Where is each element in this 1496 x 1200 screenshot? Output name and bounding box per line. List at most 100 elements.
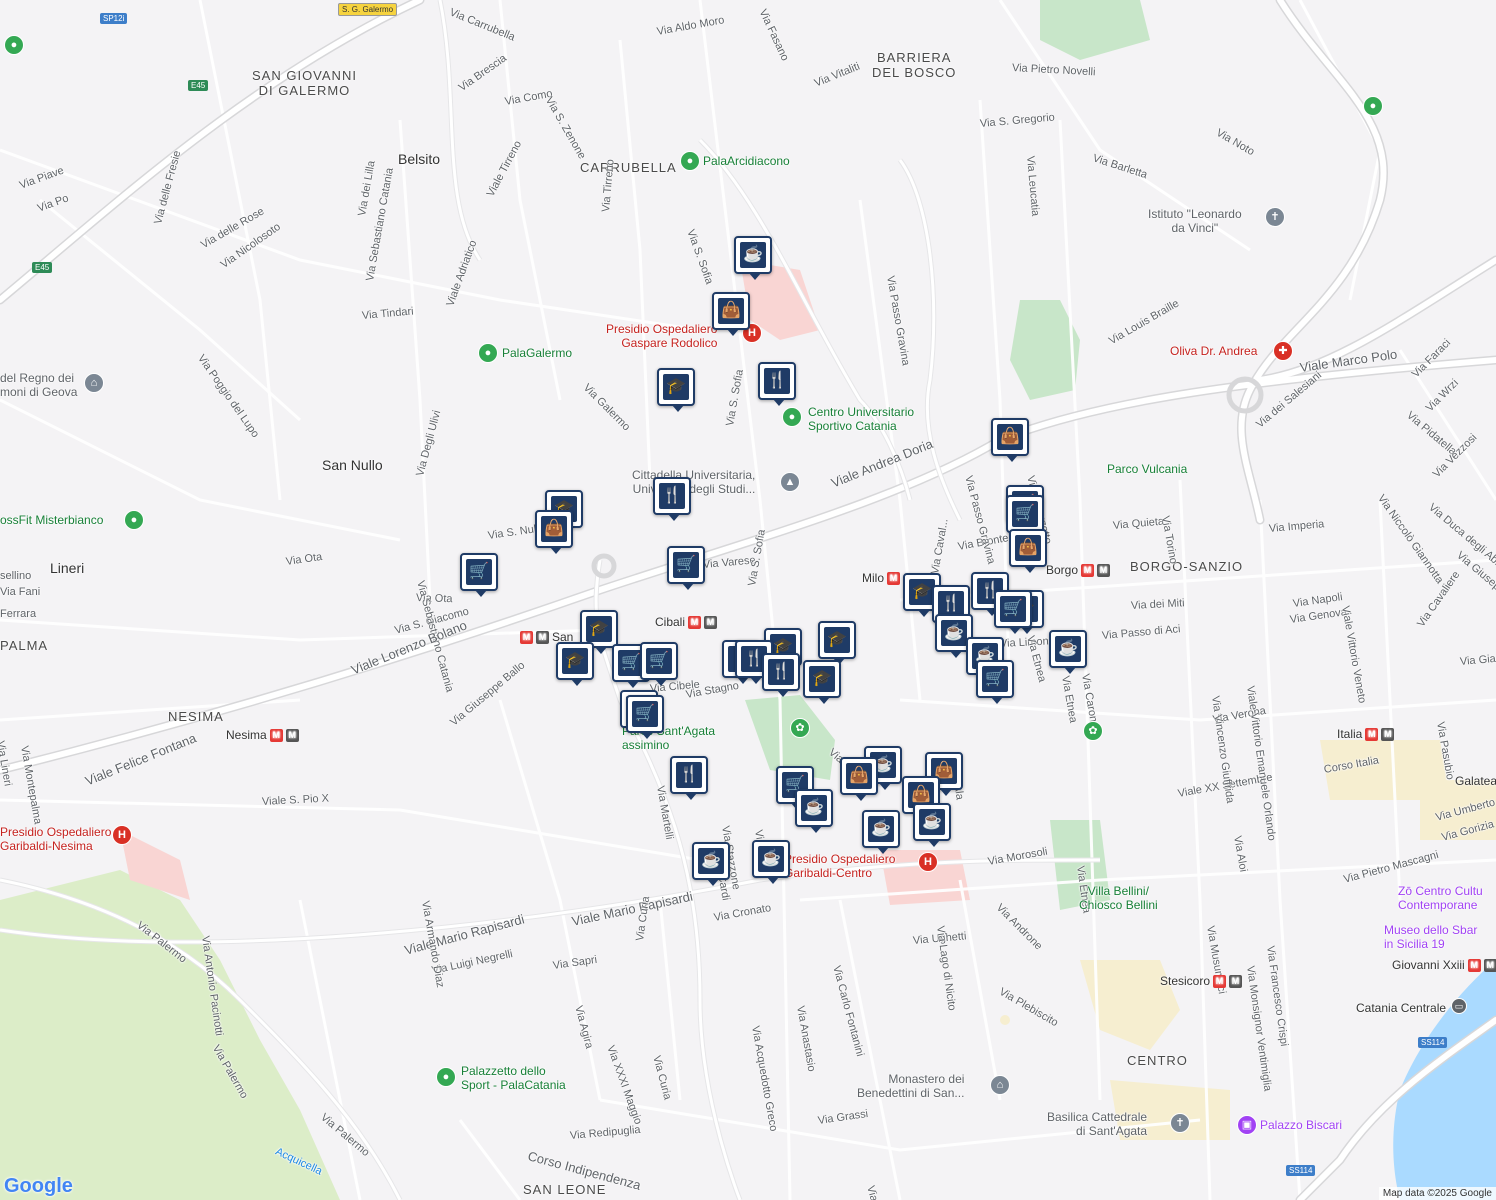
metro-icon: M [1365,727,1379,741]
shopping-marker[interactable]: 👜 [535,510,573,554]
church-icon[interactable]: ✝ [1265,207,1285,227]
school-marker[interactable]: 🎓 [657,368,695,412]
zoo-icon[interactable]: ✿ [790,718,810,738]
hospital-icon[interactable]: H [918,852,938,872]
poi-label[interactable]: del Regno dei moni di Geova [0,371,77,399]
grocery-marker[interactable]: 🛒 [640,642,678,686]
poi-label[interactable]: PalaGalermo [502,346,572,360]
cafe-marker[interactable]: ☕ [692,842,730,886]
route-shield-e45: E45 [32,262,53,273]
metro-icon: M [1213,974,1227,988]
park-icon[interactable]: ✿ [1083,721,1103,741]
poi-label[interactable]: Villa Bellini/ Chiosco Bellini [1079,884,1158,912]
metro-station[interactable]: GalateaM [1455,774,1496,788]
metro-station[interactable]: Stesicoro M M [1160,974,1243,988]
hospital-icon[interactable]: H [112,825,132,845]
poi-label[interactable]: Palazzo Biscari [1260,1118,1342,1132]
shopping-marker[interactable]: 👜 [712,292,750,336]
museum-icon[interactable]: ⌂ [990,1075,1010,1095]
cafe-marker[interactable]: ☕ [862,810,900,854]
shopping-marker[interactable]: 👜 [840,757,878,801]
cafe-icon: ☕ [868,816,894,842]
grocery-marker[interactable]: 🛒 [994,590,1032,634]
metro-station[interactable]: Cibali M M [655,615,718,629]
poi-label[interactable]: Museo dello Sbar in Sicilia 19 [1384,923,1477,951]
poi-label[interactable]: Basilica Cattedrale di Sant'Agata [1047,1110,1147,1138]
map-canvas[interactable]: SP12i E45 E45 S. G. Galermo SS114 SS114 … [0,0,1496,1200]
metro-station[interactable]: Milo M [862,571,901,585]
park-icon[interactable]: ● [782,407,802,427]
poi-label[interactable]: Zō Centro Cultu Contemporane [1398,884,1483,912]
cafe-marker[interactable]: ☕ [913,803,951,847]
park-icon[interactable]: ● [680,151,700,171]
metro-station[interactable]: Giovanni Xxiii M M [1392,958,1496,972]
shopping-marker[interactable]: 👜 [1009,529,1047,573]
shopping-icon: 👜 [541,516,567,542]
train-icon: M [1483,958,1496,972]
poi-label[interactable]: Presidio Ospedaliero Gaspare Rodolico [606,322,717,350]
street-label: Ferrara [0,608,37,620]
poi-label[interactable]: Istituto "Leonardo da Vinci" [1148,207,1242,235]
church-icon[interactable]: ✝ [1170,1113,1190,1133]
poi-label[interactable]: Oliva Dr. Andrea [1170,344,1257,358]
area-label: SAN LEONE [523,1182,607,1197]
area-label: NESIMA [168,709,224,724]
metro-icon: M [520,630,533,644]
metro-icon: M [887,571,901,585]
restaurant-icon: 🍴 [676,762,702,788]
medical-icon[interactable]: ✚ [1273,341,1293,361]
grocery-marker[interactable]: 🛒 [626,695,664,739]
school-icon: 🎓 [824,627,850,653]
restaurant-marker[interactable]: 🍴 [670,756,708,800]
metro-icon: M [269,728,283,742]
school-marker[interactable]: 🎓 [818,621,856,665]
grocery-marker[interactable]: 🛒 [976,660,1014,704]
train-icon[interactable]: ▭ [1451,998,1467,1014]
school-marker[interactable]: 🎓 [556,642,594,686]
poi-label[interactable]: Catania Centrale [1356,1001,1446,1015]
cafe-marker[interactable]: ☕ [1049,630,1087,674]
park-icon[interactable]: ● [1363,96,1383,116]
train-icon: M [704,615,718,629]
restaurant-marker[interactable]: 🍴 [758,362,796,406]
poi-label[interactable]: PalaArcidiacono [703,154,790,168]
poi-label[interactable]: ossFit Misterbianco [0,513,103,527]
park-icon[interactable]: ● [436,1067,456,1087]
poi-label[interactable]: Palazzetto dello Sport - PalaCatania [461,1064,566,1092]
restaurant-icon: 🍴 [659,483,685,509]
place-label: San Nullo [322,457,383,473]
poi-label[interactable]: Presidio Ospedaliero Garibaldi-Nesima [0,825,111,853]
cafe-icon: ☕ [801,795,827,821]
metro-station[interactable]: Borgo M M [1046,563,1111,577]
poi-label[interactable]: Centro Universitario Sportivo Catania [808,405,914,433]
restaurant-marker[interactable]: 🍴 [653,477,691,521]
cafe-icon: ☕ [740,242,766,268]
park-icon[interactable]: ● [4,35,24,55]
park-icon[interactable]: ● [478,343,498,363]
poi-label[interactable]: Presidio Ospedaliero Garibaldi-Centro [784,852,895,880]
metro-station[interactable]: Nesima M M [226,728,299,742]
poi-label[interactable]: Parco Vulcania [1107,462,1187,476]
landmark-icon[interactable]: ▣ [1237,1115,1257,1135]
grocery-marker[interactable]: 🛒 [1006,495,1044,539]
route-shield-sp12i: SP12i [100,13,128,24]
cafe-marker[interactable]: ☕ [734,236,772,280]
cafe-marker[interactable]: ☕ [795,789,833,833]
grocery-marker[interactable]: 🛒 [460,553,498,597]
church-icon[interactable]: ⌂ [84,373,104,393]
metro-station[interactable]: Italia M M [1337,727,1395,741]
grocery-icon: 🛒 [646,648,672,674]
shopping-marker[interactable]: 👜 [991,418,1029,462]
poi-label[interactable]: Cittadella Universitaria, Università deg… [632,468,755,496]
school-marker[interactable]: 🎓 [803,660,841,704]
grocery-marker[interactable]: 🛒 [667,546,705,590]
restaurant-marker[interactable]: 🍴 [762,653,800,697]
map-attribution[interactable]: Map data ©2025 Google [1378,1187,1496,1200]
restaurant-icon: 🍴 [764,368,790,394]
school-icon[interactable]: ▲ [780,472,800,492]
park-icon[interactable]: ● [124,510,144,530]
metro-icon: M [1467,958,1481,972]
cafe-icon: ☕ [919,809,945,835]
poi-label[interactable]: Monastero dei Benedettini di San... [857,1072,964,1100]
cafe-marker[interactable]: ☕ [752,840,790,884]
